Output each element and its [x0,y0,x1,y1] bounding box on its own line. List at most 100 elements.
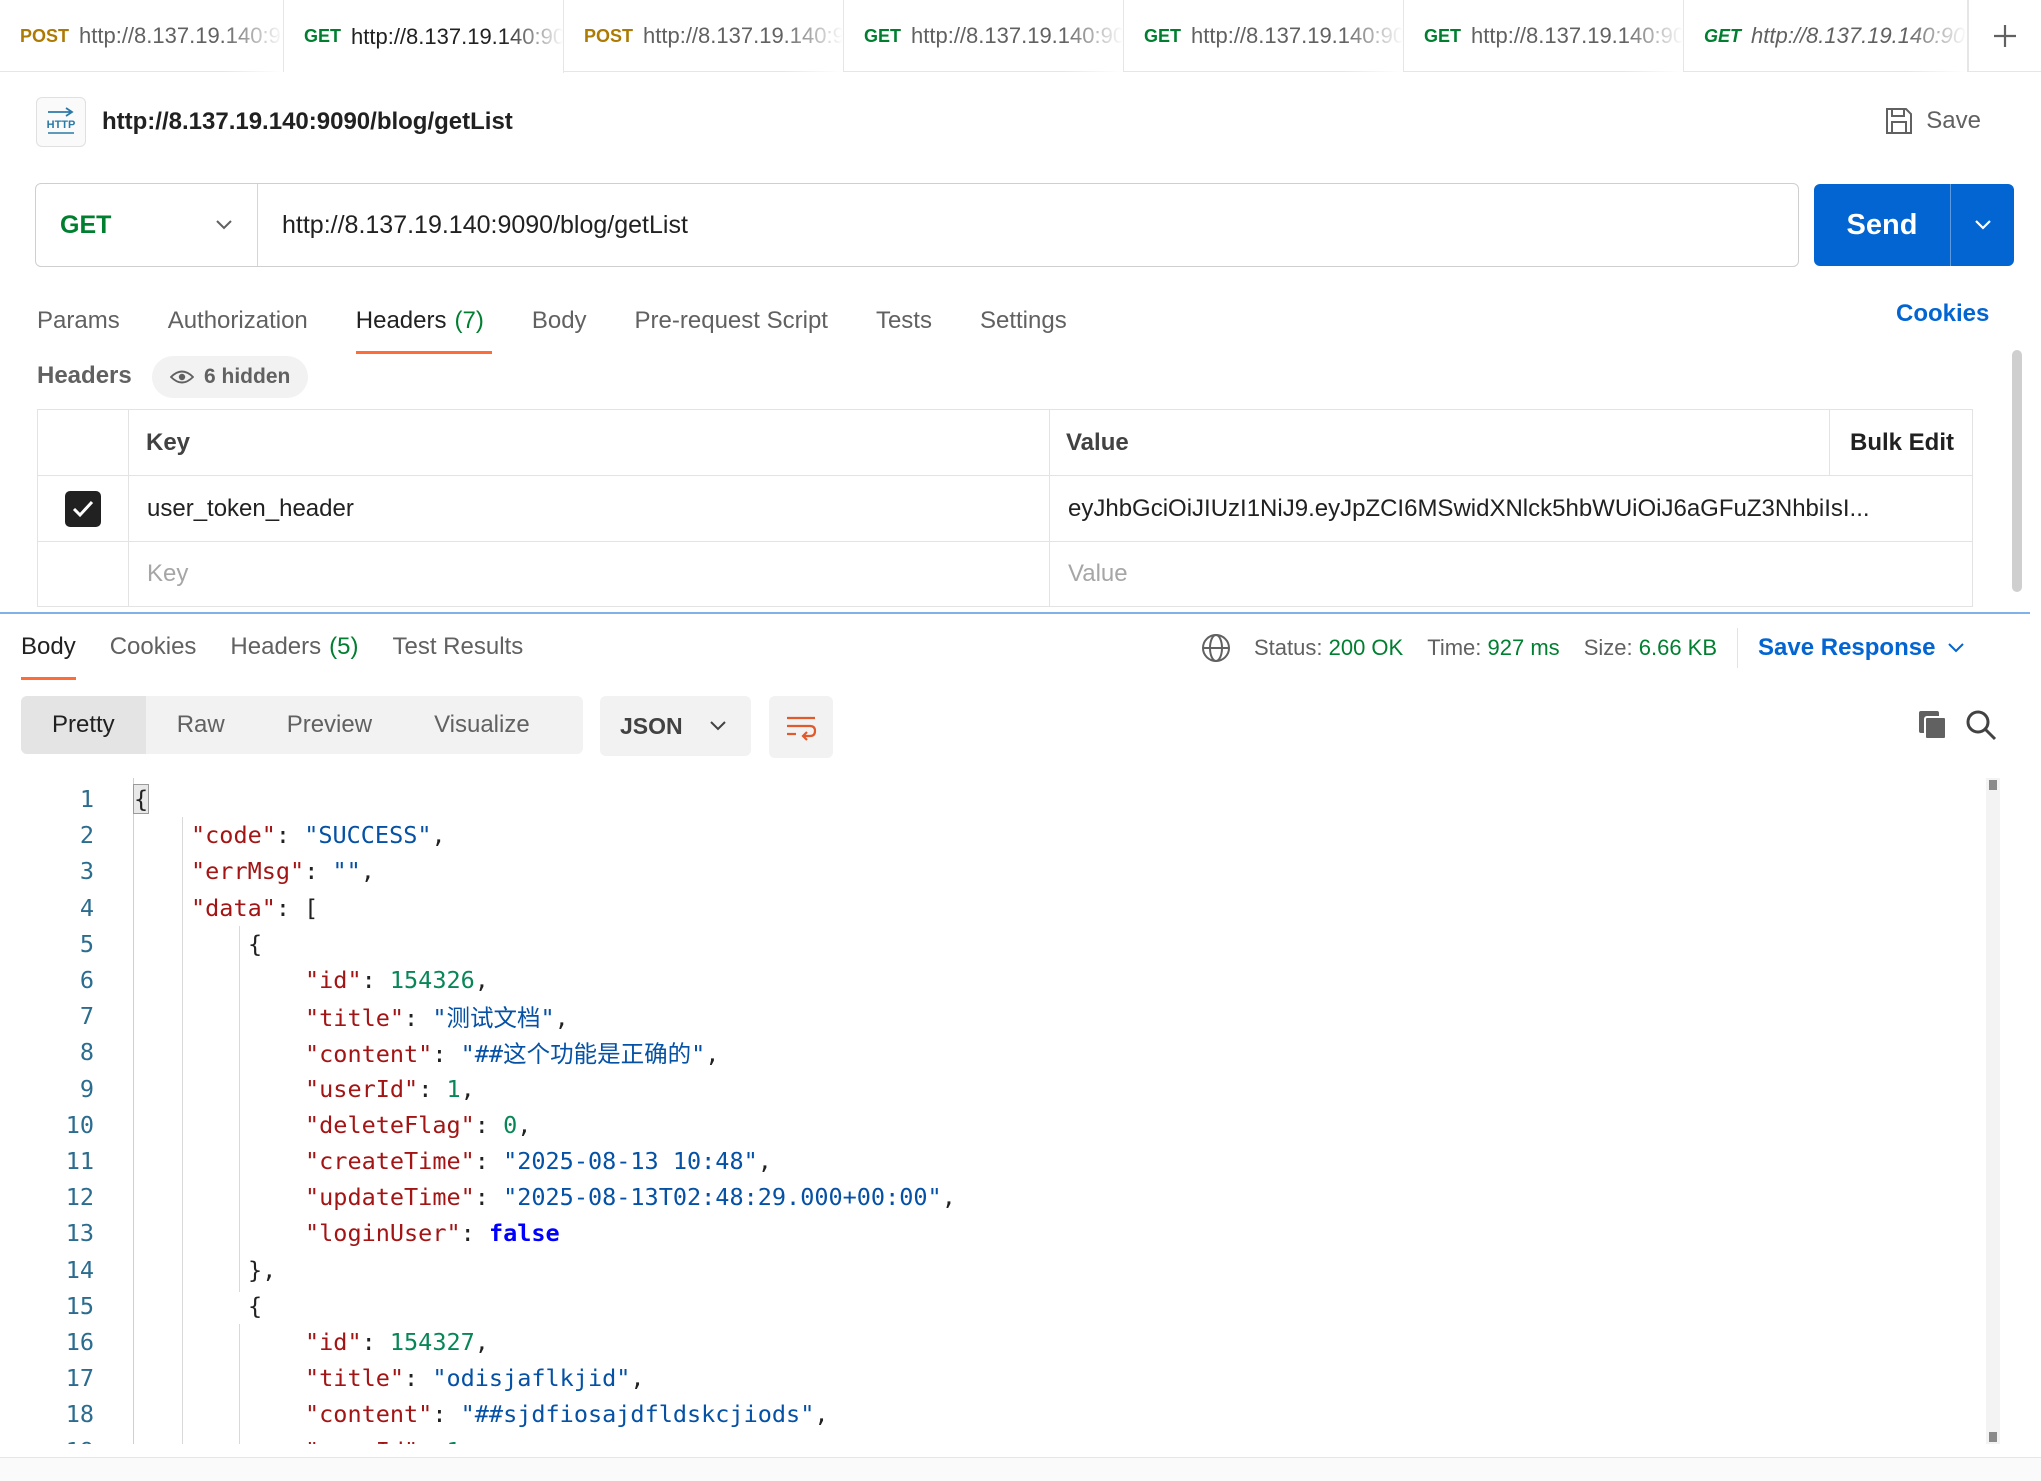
code-line: 19 "userId": 1, [0,1433,475,1444]
request-panel-scrollbar[interactable] [2012,350,2022,592]
code-line: 3 "errMsg": "", [0,853,375,889]
chevron-down-icon [216,220,232,230]
view-raw[interactable]: Raw [146,696,256,754]
code-line: 5{ [0,926,262,962]
globe-icon[interactable] [1200,632,1232,664]
save-response-button[interactable]: Save Response [1758,634,1965,662]
code-line: 15 { [0,1288,262,1324]
line-number: 5 [79,929,94,958]
response-tab-body[interactable]: Body [21,622,76,680]
code-token: , [630,1364,645,1393]
line-number: 13 [65,1219,94,1248]
send-button[interactable]: Send [1814,184,2014,266]
method-select[interactable]: GET [36,184,258,266]
tab-settings[interactable]: Settings [980,296,1067,346]
request-tab-6[interactable]: GET http://8.137.19.140:9090/user/info [1684,0,1968,72]
check-icon [72,500,94,517]
eye-icon [170,370,194,384]
search-button[interactable] [1964,708,1998,747]
tab-label: Test Results [392,633,524,660]
send-options-button[interactable] [1950,184,2014,266]
code-token: "data" [191,893,276,922]
code-token: "##sjdfiosajdfldskcjiods" [460,1400,815,1429]
response-tab-headers[interactable]: Headers (5) [230,622,358,672]
code-token: "userId" [305,1437,418,1444]
tab-headers[interactable]: Headers (7) [355,296,492,354]
response-body-editor[interactable]: 1{2 "code": "SUCCESS", 3 "errMsg": "", 4 "dat… [0,778,1990,1444]
chevron-down-icon [1948,643,1965,653]
line-number: 6 [79,966,94,994]
view-preview[interactable]: Preview [256,696,403,754]
request-tab-0[interactable]: POST http://8.137.19.140:9090/user/login [0,0,284,72]
code-token: : [432,1040,461,1069]
cookies-link[interactable]: Cookies [1896,300,1989,328]
header-key-input[interactable]: user_token_header [147,476,354,541]
line-number: 8 [79,1038,94,1067]
request-tab-5[interactable]: GET http://8.137.19.140:9090/blog/del [1404,0,1684,72]
code-token: "id" [305,1328,362,1356]
status-label: Status: [1254,635,1323,660]
response-stats: Status: 200 OK Time: 927 ms Size: 6.66 K… [1200,628,1965,668]
response-tab-cookies[interactable]: Cookies [110,622,197,672]
status-bar [0,1457,2041,1481]
code-token: : [ [275,893,319,922]
code-line: 7 "title": "测试文档", [0,998,569,1034]
editor-scrollbar[interactable] [1986,778,2000,1444]
column-key: Key [146,428,191,456]
tab-pre-request-script[interactable]: Pre-request Script [635,296,828,346]
code-token: , [461,1437,475,1444]
code-token: 154326 [389,966,475,994]
code-line: 2 "code": "SUCCESS", [0,817,446,853]
request-tab-3[interactable]: GET http://8.137.19.140:9090/blog/get [844,0,1124,72]
view-pretty[interactable]: Pretty [21,696,146,754]
code-token: 154327 [389,1328,475,1356]
tab-count: (5) [329,633,359,660]
code-token: "SUCCESS" [304,821,432,850]
new-key-input[interactable]: Key [147,542,188,606]
line-number: 11 [65,1147,94,1175]
plus-icon [1994,25,2016,47]
code-token: "测试文档" [432,1004,555,1033]
code-token: : [418,1074,447,1103]
hidden-count: 6 hidden [204,365,291,388]
code-token: "loginUser" [305,1219,461,1248]
tab-label: Settings [979,307,1067,334]
header-value-input[interactable]: eyJhbGciOiJIUzI1NiJ9.eyJpZCI6MSwidXNlck5… [1068,476,1948,541]
tab-method: GET [1704,25,1742,46]
tab-body[interactable]: Body [532,296,587,346]
copy-button[interactable] [1916,708,1950,747]
code-token: "deleteFlag" [305,1110,475,1139]
new-tab-button[interactable] [1968,0,2041,72]
code-token: 0 [503,1110,518,1139]
view-visualize[interactable]: Visualize [403,696,561,754]
bulk-edit-button[interactable]: Bulk Edit [1850,410,1954,475]
response-tab-test-results[interactable]: Test Results [392,622,523,672]
tab-label: Headers [230,633,322,660]
request-tab-1[interactable]: GET http://8.137.19.140:9090/blog/getLis… [284,0,564,73]
format-select[interactable]: JSON [600,696,751,756]
wrap-lines-button[interactable] [769,696,833,758]
request-tabs: Params Authorization Headers (7) Body Pr… [37,296,1115,354]
request-tab-2[interactable]: POST http://8.137.19.140:9090/blog/add [564,0,844,72]
code-token: "createTime" [305,1147,475,1175]
tab-tests[interactable]: Tests [876,296,932,346]
header-enabled-checkbox[interactable] [65,490,101,527]
tab-authorization[interactable]: Authorization [168,296,308,346]
code-token: : [474,1183,504,1212]
url-input[interactable]: http://8.137.19.140:9090/blog/getList [258,211,688,240]
new-value-input[interactable]: Value [1068,542,1128,606]
time-value: 927 ms [1487,635,1560,660]
code-token: "content" [305,1040,433,1069]
status-value: 200 OK [1328,635,1404,660]
line-number: 3 [79,857,94,886]
request-tab-4[interactable]: GET http://8.137.19.140:9090/user/get [1124,0,1404,72]
tab-method: POST [584,25,634,46]
code-line: 1{ [0,781,150,817]
tab-params[interactable]: Params [37,296,120,346]
save-button[interactable]: Save [1884,98,1981,144]
code-token: "title" [305,1364,405,1393]
request-title[interactable]: http://8.137.19.140:9090/blog/getList [102,108,513,136]
hidden-headers-toggle[interactable]: 6 hidden [152,356,309,398]
panel-splitter[interactable] [0,612,2030,614]
code-token: "userId" [305,1074,419,1103]
